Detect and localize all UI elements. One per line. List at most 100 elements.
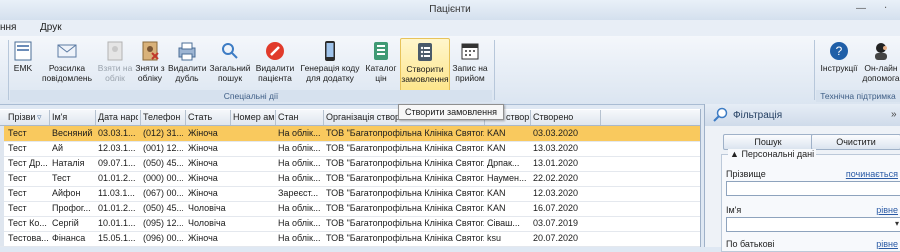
create-order-button[interactable]: Створити замовлення [400,38,450,92]
chevron-down-icon[interactable]: ▾ [895,219,899,228]
price-catalog-button[interactable]: Каталог цін [364,38,398,90]
table-cell: 03.03.2020 [533,128,579,138]
remove-record-label: Зняти з обліку [135,63,165,83]
ribbon-separator [814,40,815,100]
envelope-icon [57,44,77,58]
column-header[interactable]: Телефон [143,112,183,122]
window-title: Пацієнти [429,4,471,15]
surname-mode-link[interactable]: починається [846,169,898,179]
column-header[interactable]: створ [506,112,530,122]
minimize-button[interactable]: — [856,3,866,14]
table-cell: 15.05.1... [98,233,136,243]
table-row[interactable]: Тест Весняний 03.03.1... (012) 31... Жіноча Н… [0,126,700,142]
general-search-label: Загальний пошук [209,63,251,83]
general-search-button[interactable]: Загальний пошук [208,38,252,90]
table-row[interactable]: Тест Ко... Сергій 10.01.1... (095) 12... Чол… [0,216,700,232]
table-cell: На облік... [278,218,321,228]
table-cell: Жіноча [188,173,218,183]
generate-code-button[interactable]: Генерація коду для додатку [298,38,362,90]
table-cell: Тест [8,143,27,153]
name-mode-link[interactable]: рівне [876,205,898,215]
menu-item-print[interactable]: Друк [40,22,62,33]
table-cell: KAN [487,203,506,213]
take-record-button[interactable]: Взяти на облік [96,38,134,90]
calendar-icon [461,43,479,60]
delete-duplicate-button[interactable]: Видалити дубль [168,38,206,90]
filter-icon[interactable]: ▿ [37,112,42,123]
table-cell: Ай [52,143,64,153]
remove-record-icon [142,41,159,61]
row-indicator [0,126,4,141]
delete-patient-label: Видалити пацієнта [255,63,295,83]
personal-data-title[interactable]: ▲ Персональні дані [728,149,817,159]
table-cell: ТОВ "Багатопрофільна Клініка Святог... [326,158,484,168]
remove-record-button[interactable]: Зняти з обліку [134,38,166,90]
appointment-button[interactable]: Запис на прийом [450,38,490,90]
table-cell: KAN [487,143,506,153]
patients-grid: Прізви ▿ Ім'я Дата нарс Телефон Стать Но… [0,109,701,247]
table-cell: Тест [8,188,27,198]
filter-title: Фільтрація [733,110,783,121]
patronymic-mode-link[interactable]: рівне [876,239,898,249]
table-cell: 16.07.2020 [533,203,579,213]
name-input[interactable]: ▾ [726,217,900,232]
table-row[interactable]: Тест Др... Наталія 09.07.1... (050) 45... Жі… [0,156,700,172]
table-cell: Жіноча [188,158,218,168]
table-cell: На облік... [278,158,321,168]
row-indicator [0,156,4,171]
table-cell: ТОВ "Багатопрофільна Клініка Святог... [326,233,484,243]
table-row[interactable]: Тест Профог... 01.01.2... (050) 45... Чолові… [0,201,700,217]
table-cell: (050) 45... [143,158,183,168]
delete-patient-button[interactable]: Видалити пацієнта [254,38,296,90]
clear-button[interactable]: Очистити [811,134,900,150]
create-order-label: Створити замовлення [401,64,449,84]
table-cell: (050) 45... [143,203,183,213]
table-cell: На облік... [278,203,321,213]
table-row[interactable]: Тест Ай 12.03.1... (001) 12... Жіноча На облі… [0,141,700,157]
table-row[interactable]: Тест Айфон 11.03.1... (067) 00... Жіноча Заре… [0,186,700,202]
table-cell: 11.03.1... [98,188,135,198]
surname-input[interactable] [726,181,900,196]
table-cell: Весняний [52,128,93,138]
column-header[interactable]: Дата нарс [98,112,138,122]
column-header[interactable]: Ім'я [52,112,94,122]
table-row[interactable]: Тест Тест 01.01.2... (000) 00... Жіноча На об… [0,171,700,187]
online-help-button[interactable]: Он-лайн допомога [862,38,900,90]
svg-text:?: ? [836,44,843,58]
instructions-label: Інструкції [820,63,858,73]
catalog-icon [374,42,388,60]
table-cell: Чоловіча [188,203,226,213]
menu-item-view[interactable]: ння [0,22,16,33]
row-indicator [0,201,4,216]
table-cell: 10.01.1... [98,218,136,228]
delete-icon [266,42,284,60]
ribbon-separator [8,40,9,100]
column-header[interactable]: Створено [533,112,593,122]
phone-icon [325,41,335,61]
grid-header: Прізви ▿ Ім'я Дата нарс Телефон Стать Но… [0,110,700,126]
search-button[interactable]: Пошук [723,134,813,150]
column-header[interactable]: Стан [278,112,322,122]
table-cell: (096) 00... [143,233,183,243]
table-cell: KAN [487,128,506,138]
table-cell: 13.01.2020 [533,158,579,168]
column-header[interactable]: Стать [188,112,230,122]
table-row[interactable]: Тестова... Фінанса 15.05.1... (096) 00... Жі… [0,231,700,247]
name-label: Ім'я [726,205,742,215]
row-indicator [0,186,4,201]
search-icon [222,43,238,59]
delete-duplicate-label: Видалити дубль [168,63,207,83]
column-header[interactable]: Номер ам [233,112,275,122]
instructions-button[interactable]: ? Інструкції [818,38,860,90]
table-cell: Жіноча [188,143,218,153]
row-indicator [0,231,4,246]
mailing-button[interactable]: Розсилка повідомлень [40,38,94,90]
emk-button[interactable]: EMK [10,38,36,90]
printer-icon [178,42,196,61]
table-cell: Дрпак... [487,158,520,168]
close-icon[interactable]: ‧ [884,3,887,14]
chevron-up-icon[interactable]: ▲ [730,149,739,159]
table-cell: (012) 31... [143,128,183,138]
collapse-icon[interactable]: » [891,109,897,120]
table-cell: 12.03.1... [98,143,136,153]
